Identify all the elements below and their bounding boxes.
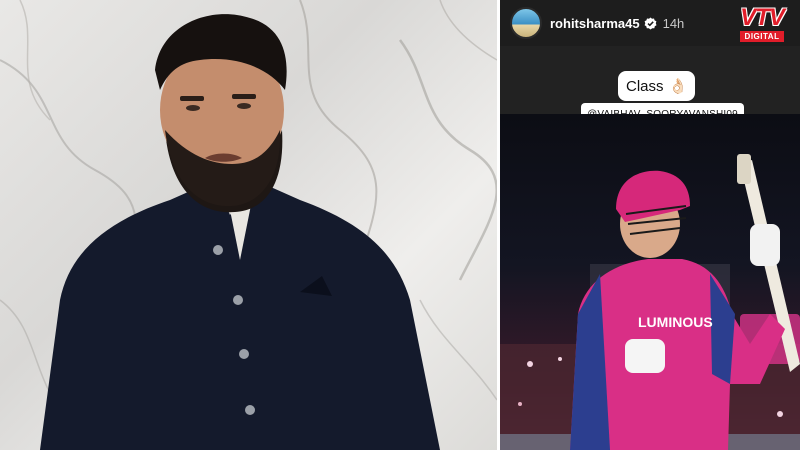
profile-avatar[interactable]	[510, 7, 542, 39]
class-text-sticker[interactable]: Class 👌🏻	[618, 71, 696, 101]
story-panel: rohitsharma45 14h VTV DIGITAL Class 👌🏻 @…	[500, 0, 800, 450]
sticker-text: Class	[626, 77, 664, 95]
logo-sub-text: DIGITAL	[740, 31, 784, 42]
ok-hand-emoji-icon: 👌🏻	[668, 78, 688, 95]
portrait-photo	[0, 0, 497, 450]
cricketer-photo: LUMINOUS	[500, 154, 800, 450]
story-username[interactable]: rohitsharma45	[550, 16, 640, 31]
story-photo: LUMINOUS	[500, 114, 800, 450]
left-photo-panel	[0, 0, 497, 450]
vtv-digital-logo: VTV DIGITAL	[730, 6, 794, 44]
story-timestamp: 14h	[662, 15, 685, 31]
verified-badge-icon	[644, 17, 657, 30]
logo-main-text: VTV	[740, 4, 785, 31]
jersey-sponsor-text: LUMINOUS	[638, 314, 713, 330]
